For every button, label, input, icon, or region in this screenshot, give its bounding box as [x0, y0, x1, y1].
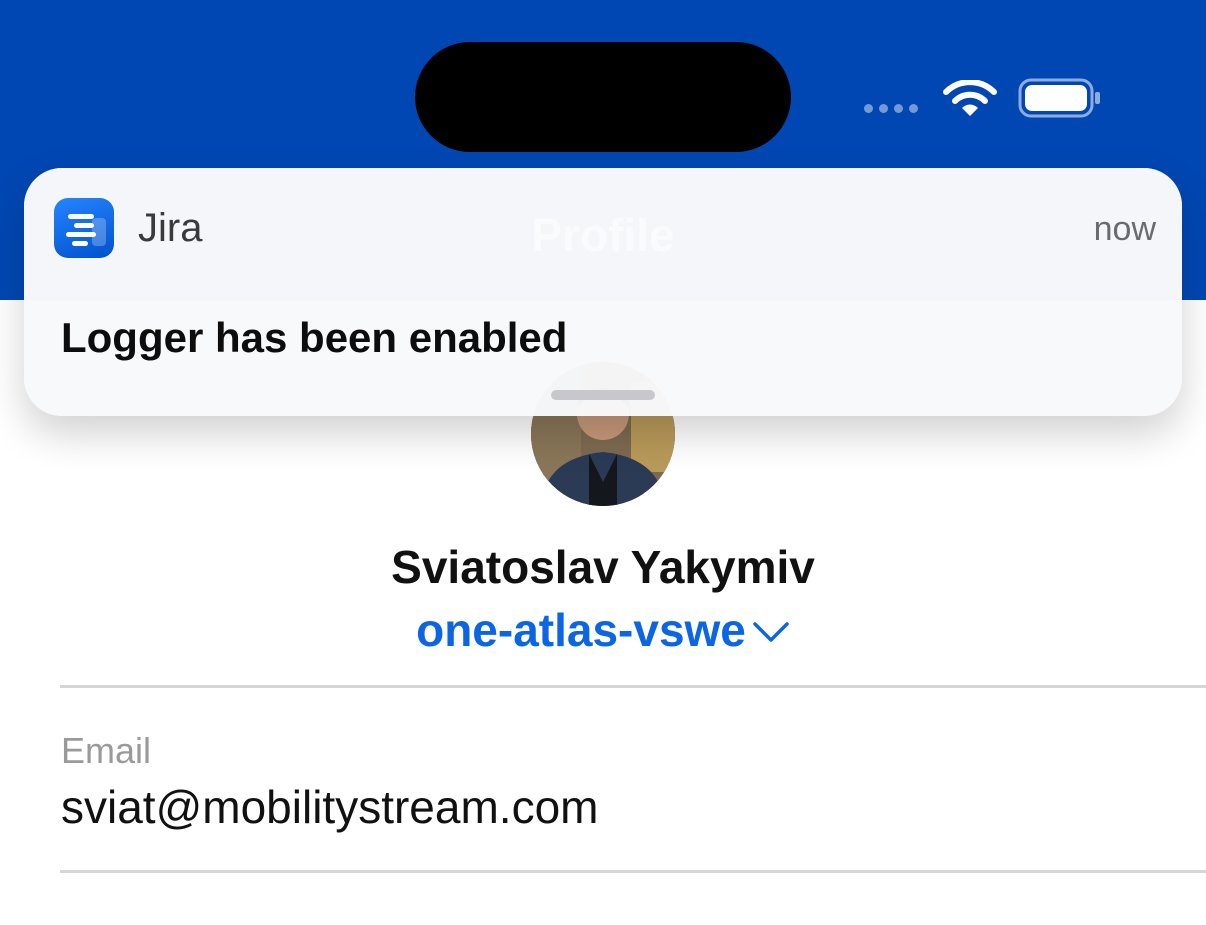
site-selector[interactable]: one-atlas-vswe: [0, 603, 1206, 657]
notification-time: now: [1093, 210, 1156, 248]
wifi-icon: [943, 80, 997, 116]
notification-banner[interactable]: Profile Jira now Logger has been enabled: [24, 168, 1182, 416]
cellular-signal-icon: [864, 104, 918, 113]
chevron-down-icon: [753, 622, 789, 642]
email-value: sviat@mobilitystream.com: [61, 781, 599, 833]
jira-app-icon: [54, 198, 114, 258]
profile-name: Sviatoslav Yakymiv: [391, 541, 815, 593]
notification-message: Logger has been enabled: [61, 314, 568, 361]
notification-app-name: Jira: [138, 206, 203, 250]
battery-icon: [1018, 78, 1100, 118]
divider: [60, 685, 1206, 688]
dynamic-island: [415, 42, 791, 152]
email-label: Email: [61, 730, 152, 771]
site-selector-label: one-atlas-vswe: [416, 604, 746, 656]
notification-grabber[interactable]: [551, 390, 655, 400]
divider: [60, 870, 1206, 873]
